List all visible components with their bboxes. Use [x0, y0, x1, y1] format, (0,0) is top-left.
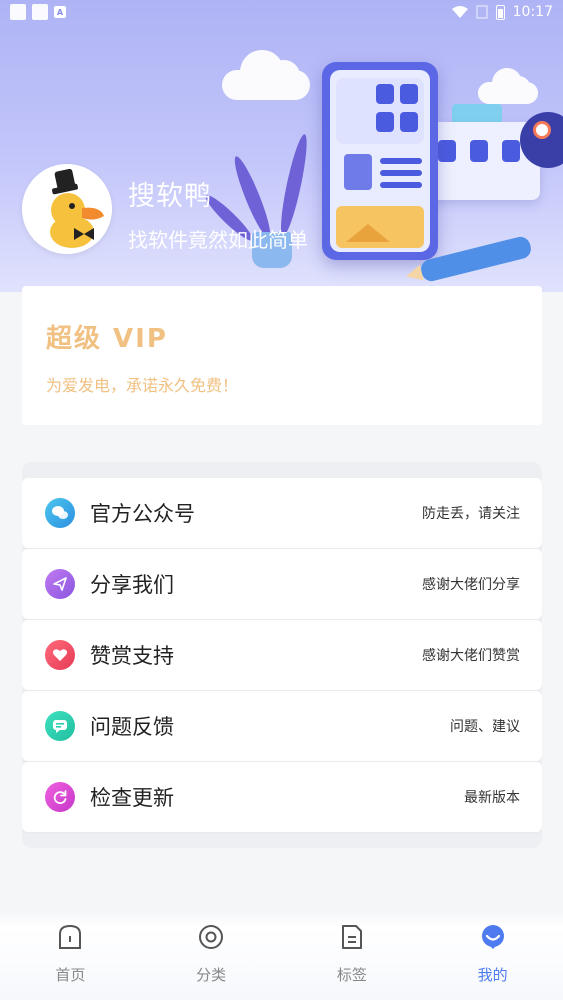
avatar[interactable] [22, 164, 112, 254]
send-icon [45, 569, 75, 599]
nav-label: 标签 [336, 966, 367, 984]
wifi-icon [451, 6, 468, 18]
notification-icon [32, 4, 48, 20]
bottom-nav: 首页 分类 标签 我的 [0, 910, 563, 1000]
battery-icon [495, 4, 505, 20]
phone-illustration [322, 62, 438, 260]
plant-leaf-illustration [276, 132, 312, 238]
menu-hint: 防走丢，请关注 [422, 506, 520, 522]
home-icon [57, 924, 83, 950]
heart-icon [45, 640, 75, 670]
menu-item-donate[interactable]: 赞赏支持 感谢大佬们赞赏 [22, 620, 542, 690]
menu-hint: 问题、建议 [450, 719, 520, 735]
menu-label: 官方公众号 [90, 502, 195, 526]
wechat-icon [45, 498, 75, 528]
category-icon [198, 924, 224, 950]
menu-hint: 最新版本 [464, 790, 520, 806]
nav-item-tags[interactable]: 标签 [312, 910, 392, 985]
menu-item-official-account[interactable]: 官方公众号 防走丢，请关注 [22, 478, 542, 548]
nav-label: 分类 [196, 966, 227, 984]
message-icon [45, 711, 75, 741]
menu-label: 问题反馈 [90, 715, 174, 739]
menu-item-check-update[interactable]: 检查更新 最新版本 [22, 762, 542, 832]
nav-item-home[interactable]: 首页 [30, 910, 110, 985]
menu-label: 赞赏支持 [90, 644, 174, 668]
profile-header-banner: 搜软鸭 找软件竟然如此简单 [0, 0, 563, 292]
menu-item-share[interactable]: 分享我们 感谢大佬们分享 [22, 549, 542, 619]
menu-hint: 感谢大佬们赞赏 [422, 648, 520, 664]
user-slogan: 找软件竟然如此简单 [128, 228, 308, 252]
user-name: 搜软鸭 [128, 181, 212, 212]
duck-avatar-icon [22, 164, 112, 254]
menu-label: 检查更新 [90, 786, 174, 810]
status-time: 10:17 [512, 4, 553, 20]
nav-item-mine[interactable]: 我的 [453, 910, 533, 985]
nav-item-category[interactable]: 分类 [171, 910, 251, 985]
vip-subtitle: 为爱发电，承诺永久免费！ [46, 376, 239, 395]
menu-item-feedback[interactable]: 问题反馈 问题、建议 [22, 691, 542, 761]
cloud-illustration [478, 68, 538, 104]
cloud-illustration [222, 50, 310, 100]
nav-label: 首页 [55, 966, 86, 984]
menu-label: 分享我们 [90, 573, 174, 597]
profile-icon [480, 924, 506, 950]
nav-label: 我的 [477, 966, 508, 984]
tag-icon [339, 924, 365, 950]
status-bar: A 10:17 [0, 0, 563, 24]
vip-card[interactable]: 超级 VIP 为爱发电，承诺永久免费！ [22, 286, 542, 425]
signal-icon [476, 5, 488, 19]
menu-hint: 感谢大佬们分享 [422, 577, 520, 593]
accessibility-icon: A [54, 6, 66, 18]
refresh-icon [45, 782, 75, 812]
vip-title: 超级 VIP [46, 324, 168, 354]
notification-icon [10, 4, 26, 20]
